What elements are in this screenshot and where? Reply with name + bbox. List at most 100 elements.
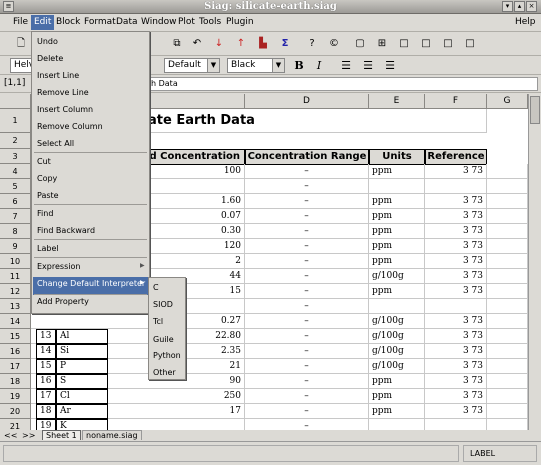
- menu-window[interactable]: Window: [141, 17, 177, 27]
- italic-button[interactable]: I: [312, 58, 326, 73]
- edit-menu-item[interactable]: Label: [37, 244, 59, 253]
- reference-cell[interactable]: 3 73: [425, 254, 487, 269]
- reference-cell[interactable]: 3 73: [425, 224, 487, 239]
- range-cell[interactable]: –: [245, 284, 369, 299]
- empty-cell[interactable]: [487, 404, 528, 419]
- interpreter-menu-item[interactable]: C: [153, 283, 159, 292]
- edit-menu-item[interactable]: Remove Line: [37, 88, 89, 97]
- range-cell[interactable]: –: [245, 299, 369, 314]
- units-cell[interactable]: ppm: [369, 374, 425, 389]
- row-header[interactable]: 1: [0, 109, 31, 133]
- empty-cell[interactable]: [487, 389, 528, 404]
- align-left-icon[interactable]: ☰: [339, 58, 353, 73]
- element-symbol[interactable]: Cl: [56, 389, 108, 404]
- units-cell[interactable]: ppm: [369, 254, 425, 269]
- row-header[interactable]: 12: [0, 284, 31, 299]
- row-header[interactable]: 9: [0, 239, 31, 254]
- last-sheet-button[interactable]: >>: [22, 431, 35, 440]
- element-symbol[interactable]: Al: [56, 329, 108, 344]
- reference-cell[interactable]: 3 73: [425, 389, 487, 404]
- edit-menu-item[interactable]: Add Property: [37, 297, 89, 306]
- sort-descending-icon[interactable]: ↑: [234, 37, 248, 51]
- units-cell[interactable]: ppm: [369, 194, 425, 209]
- border-right-icon[interactable]: □: [441, 37, 455, 51]
- units-cell[interactable]: g/100g: [369, 269, 425, 284]
- units-cell[interactable]: [369, 299, 425, 314]
- reference-cell[interactable]: 3 73: [425, 314, 487, 329]
- border-top-icon[interactable]: □: [463, 37, 477, 51]
- units-cell[interactable]: ppm: [369, 209, 425, 224]
- align-center-icon[interactable]: ☰: [361, 58, 375, 73]
- menu-format[interactable]: Format: [84, 17, 116, 27]
- row-header[interactable]: 2: [0, 133, 31, 149]
- sum-icon[interactable]: Σ: [278, 37, 292, 51]
- reference-cell[interactable]: 3 73: [425, 359, 487, 374]
- row-header[interactable]: 6: [0, 194, 31, 209]
- row-header[interactable]: 18: [0, 374, 31, 389]
- scrollbar-thumb[interactable]: [530, 96, 540, 124]
- units-cell[interactable]: g/100g: [369, 314, 425, 329]
- menu-edit[interactable]: Edit: [31, 15, 55, 30]
- range-cell[interactable]: –: [245, 269, 369, 284]
- cell-entry-field[interactable]: h Data: [148, 77, 538, 91]
- element-symbol[interactable]: Si: [56, 344, 108, 359]
- range-cell[interactable]: –: [245, 359, 369, 374]
- range-cell[interactable]: –: [245, 314, 369, 329]
- edit-menu-item[interactable]: Paste: [37, 191, 59, 200]
- reference-cell[interactable]: [425, 299, 487, 314]
- chart-icon[interactable]: ▙: [256, 37, 270, 51]
- row-header[interactable]: 21: [0, 419, 31, 430]
- reference-cell[interactable]: 3 73: [425, 269, 487, 284]
- empty-cell[interactable]: [487, 164, 528, 179]
- edit-menu-item[interactable]: Undo: [37, 37, 58, 46]
- empty-cell[interactable]: [487, 209, 528, 224]
- menu-file[interactable]: File: [13, 17, 28, 27]
- units-cell[interactable]: ppm: [369, 284, 425, 299]
- border-left-icon[interactable]: □: [419, 37, 433, 51]
- edit-menu-item[interactable]: Remove Column: [37, 122, 103, 131]
- reference-cell[interactable]: 3 73: [425, 239, 487, 254]
- copy-icon[interactable]: ⧉: [170, 37, 184, 51]
- range-cell[interactable]: –: [245, 344, 369, 359]
- row-header[interactable]: 11: [0, 269, 31, 284]
- interpreter-menu-item[interactable]: Guile: [153, 335, 174, 344]
- empty-cell[interactable]: [487, 224, 528, 239]
- empty-cell[interactable]: [487, 344, 528, 359]
- empty-cell[interactable]: [487, 179, 528, 194]
- align-right-icon[interactable]: ☰: [383, 58, 397, 73]
- units-cell[interactable]: g/100g: [369, 359, 425, 374]
- undo-icon[interactable]: ↶: [190, 37, 204, 51]
- reference-cell[interactable]: 3 73: [425, 209, 487, 224]
- border-all-icon[interactable]: ▢: [353, 37, 367, 51]
- column-header-d[interactable]: D: [245, 94, 369, 109]
- reference-cell[interactable]: [425, 419, 487, 430]
- reference-cell[interactable]: 3 73: [425, 374, 487, 389]
- range-cell[interactable]: –: [245, 164, 369, 179]
- reference-cell[interactable]: 3 73: [425, 404, 487, 419]
- empty-cell[interactable]: [487, 329, 528, 344]
- row-header[interactable]: 3: [0, 149, 31, 164]
- range-cell[interactable]: –: [245, 209, 369, 224]
- element-number[interactable]: 13: [36, 329, 56, 344]
- row-header[interactable]: 19: [0, 389, 31, 404]
- units-cell[interactable]: g/100g: [369, 329, 425, 344]
- units-cell[interactable]: ppm: [369, 239, 425, 254]
- menu-tools[interactable]: Tools: [199, 17, 221, 27]
- reference-cell[interactable]: 3 73: [425, 164, 487, 179]
- empty-cell[interactable]: [487, 374, 528, 389]
- element-number[interactable]: 17: [36, 389, 56, 404]
- reference-cell[interactable]: [425, 179, 487, 194]
- border-outline-icon[interactable]: □: [397, 37, 411, 51]
- element-number[interactable]: 15: [36, 359, 56, 374]
- edit-menu-item[interactable]: Find Backward: [37, 226, 95, 235]
- units-cell[interactable]: g/100g: [369, 344, 425, 359]
- edit-menu-item[interactable]: Cut: [37, 157, 51, 166]
- edit-menu-item[interactable]: Delete: [37, 54, 63, 63]
- range-cell[interactable]: –: [245, 419, 369, 430]
- interpreter-menu-item[interactable]: Other: [153, 368, 176, 377]
- menu-plugin[interactable]: Plugin: [226, 17, 254, 27]
- concentration-cell[interactable]: 0.27: [31, 314, 245, 329]
- edit-menu-item[interactable]: Expression: [37, 262, 80, 271]
- row-header[interactable]: 7: [0, 209, 31, 224]
- reference-cell[interactable]: 3 73: [425, 284, 487, 299]
